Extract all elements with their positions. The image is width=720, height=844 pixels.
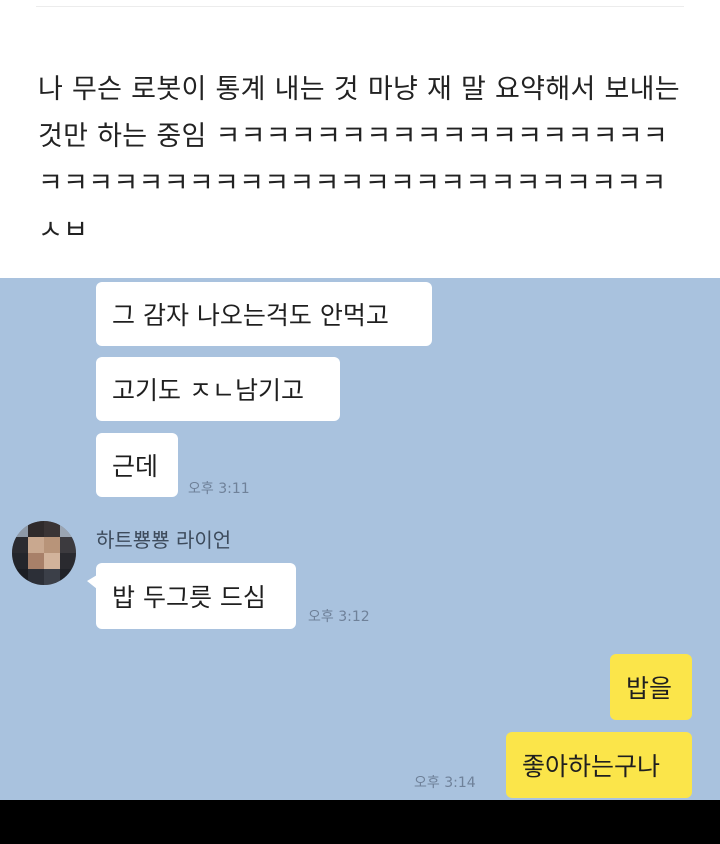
message-time: 오후 3:11: [188, 481, 250, 497]
bottom-black-bar: [0, 800, 720, 844]
my-message-bubble: 좋아하는구나: [506, 732, 692, 798]
screenshot-frame: 나 무슨 로봇이 통계 내는 것 마냥 재 말 요약해서 보내는 것만 하는 중…: [0, 0, 720, 844]
message-bubble: 밥 두그릇 드심: [87, 563, 296, 629]
post-text: 나 무슨 로봇이 통계 내는 것 마냥 재 말 요약해서 보내는 것만 하는 중…: [38, 74, 680, 246]
my-message-bubble: 밥을: [610, 654, 692, 720]
sender-name: 하트뿅뿅 라이언: [96, 528, 232, 552]
message-bubble: 고기도 ㅈㄴ남기고: [96, 357, 340, 421]
post-divider: [36, 6, 684, 7]
message-bubble: 그 감자 나오는걱도 안먹고: [96, 282, 432, 346]
message-bubble: 근데: [96, 433, 178, 497]
message-time: 오후 3:12: [308, 609, 370, 625]
post-body: 나 무슨 로봇이 통계 내는 것 마냥 재 말 요약해서 보내는 것만 하는 중…: [0, 0, 720, 278]
message-time: 오후 3:14: [414, 775, 476, 791]
blurred-profile-avatar-icon[interactable]: [12, 521, 76, 585]
